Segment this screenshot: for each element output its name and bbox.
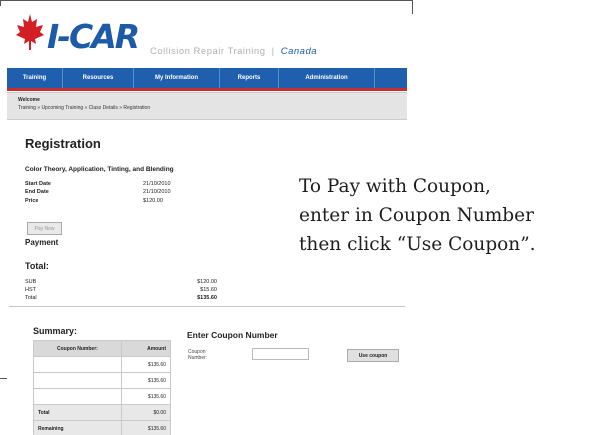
callout-line1: To Pay with Coupon, — [299, 176, 491, 197]
frame-right-line — [412, 0, 413, 14]
amount-cell: $135.60 — [120, 388, 172, 405]
main-nav: Training Resources My Information Report… — [7, 68, 407, 91]
summary-total-value: $0.00 — [120, 404, 172, 421]
table-row: $135.60 — [33, 372, 172, 389]
brand-tagline: Collision Repair Training | Canada — [150, 46, 317, 57]
nav-training[interactable]: Training — [7, 68, 63, 88]
price-label: Price — [25, 198, 39, 204]
section-divider — [9, 306, 405, 307]
start-date-label: Start Date — [25, 181, 51, 187]
summary-remaining-value: $135.60 — [120, 420, 172, 435]
amount-cell: $135.60 — [120, 356, 172, 373]
coupon-number-input[interactable] — [252, 348, 309, 360]
subtotal-label: SUB — [25, 279, 37, 285]
total-label: Total — [25, 295, 37, 301]
nav-reports[interactable]: Reports — [220, 68, 279, 88]
summary-total-label: Total — [33, 404, 122, 421]
coupon-number-header: Coupon Number: — [33, 340, 122, 357]
total-heading: Total: — [25, 261, 49, 271]
price-row: Price $120.00 — [25, 198, 225, 206]
total-value: $135.60 — [197, 295, 217, 301]
nav-administration[interactable]: Administration — [279, 68, 375, 88]
hst-value: $15.60 — [200, 287, 217, 293]
course-title: Color Theory, Application, Tinting, and … — [25, 166, 174, 173]
welcome-text: Welcome — [18, 97, 40, 103]
header-logo-area: I-CAR Collision Repair Training | Canada — [7, 6, 407, 68]
payment-heading: Payment — [25, 238, 59, 247]
nav-my-information[interactable]: My Information — [134, 68, 220, 88]
brand-logo[interactable]: I-CAR — [47, 17, 140, 56]
use-coupon-button[interactable]: Use coupon — [347, 349, 399, 362]
summary-table: Coupon Number: Amount $135.60 $135.60 $1… — [33, 340, 172, 435]
maple-leaf-icon — [16, 14, 44, 50]
tagline-canada: Canada — [280, 46, 318, 57]
end-date-label: End Date — [25, 189, 49, 195]
hst-label: HST — [25, 287, 36, 293]
breadcrumb[interactable]: Training » Upcoming Training » Class Det… — [18, 105, 150, 111]
tagline-part2: Repair — [193, 46, 225, 57]
end-date-row: End Date 21/10/2010 — [25, 189, 225, 197]
subtotal-row: SUB $120.00 — [25, 279, 225, 287]
coupon-heading: Enter Coupon Number — [187, 330, 278, 340]
table-row: $135.60 — [33, 388, 172, 405]
coupon-cell — [33, 356, 122, 373]
tagline-part1: Collision — [150, 46, 191, 57]
frame-left-line — [0, 0, 1, 6]
callout-line3: then click “Use Coupon”. — [299, 234, 536, 255]
coupon-cell — [33, 388, 122, 405]
totals-list: SUB $120.00 HST $15.60 Total $135.60 — [25, 279, 225, 303]
start-date-value: 21/10/2010 — [143, 181, 171, 187]
price-value: $120.00 — [143, 198, 163, 204]
tagline-separator: | — [271, 46, 275, 57]
summary-heading: Summary: — [33, 326, 78, 336]
coupon-label-line2: Number: — [188, 355, 208, 361]
table-row: $135.60 — [33, 356, 172, 373]
summary-header-row: Coupon Number: Amount — [33, 340, 172, 357]
total-row: Total $135.60 — [25, 295, 225, 303]
end-date-value: 21/10/2010 — [143, 189, 171, 195]
breadcrumb-bar: Welcome Training » Upcoming Training » C… — [7, 92, 407, 120]
page-title: Registration — [25, 136, 101, 151]
coupon-cell — [33, 372, 122, 389]
summary-remaining-row: Remaining $135.60 — [33, 420, 172, 435]
start-date-row: Start Date 21/10/2010 — [25, 181, 225, 189]
subtotal-value: $120.00 — [197, 279, 217, 285]
amount-cell: $135.60 — [120, 372, 172, 389]
nav-resources[interactable]: Resources — [63, 68, 134, 88]
instruction-callout: To Pay with Coupon, enter in Coupon Numb… — [299, 172, 615, 259]
summary-total-row: Total $0.00 — [33, 404, 172, 421]
hst-row: HST $15.60 — [25, 287, 225, 295]
coupon-number-label: Coupon Number: — [188, 349, 207, 361]
callout-line2: enter in Coupon Number — [299, 205, 534, 226]
frame-bottom-left-line — [0, 378, 7, 379]
tagline-part3: Training — [227, 46, 266, 57]
summary-remaining-label: Remaining — [33, 420, 122, 435]
pay-now-button[interactable]: Pay Now — [27, 222, 62, 235]
amount-header: Amount — [120, 340, 172, 357]
frame-top-line — [0, 0, 412, 1]
